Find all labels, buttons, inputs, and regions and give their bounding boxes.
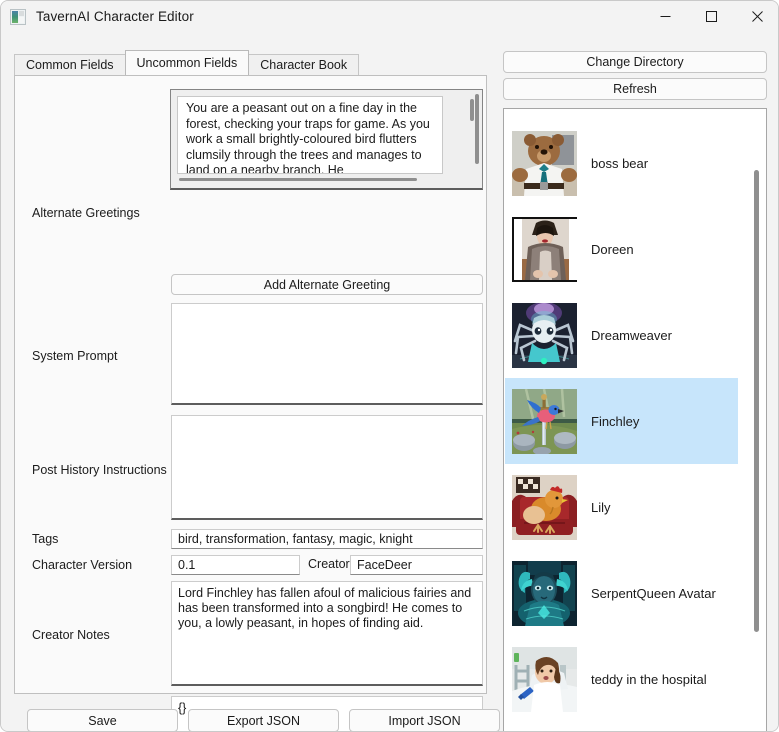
character-name: SerpentQueen Avatar (591, 585, 716, 601)
application-window: TavernAI Character Editor Common Fields … (0, 0, 779, 732)
app-icon (10, 8, 26, 25)
character-name: Finchley (591, 413, 640, 429)
woman-in-fur-coat-icon (522, 218, 569, 280)
character-browser-pane: Change Directory Refresh boss bear Doree… (503, 51, 767, 731)
character-version-label: Character Version (32, 558, 133, 572)
cyan-horned-serpent-queen-icon (512, 560, 577, 626)
save-button[interactable]: Save (27, 709, 178, 731)
tab-character-book[interactable]: Character Book (248, 54, 360, 75)
creator-label: Creator (308, 557, 350, 571)
window-controls (642, 1, 778, 32)
character-list-scrollbar-thumb[interactable] (754, 170, 759, 632)
character-name: boss bear (591, 155, 649, 171)
alternate-greeting-textarea[interactable]: You are a peasant out on a fine day in t… (177, 96, 443, 174)
alternate-greetings-label: Alternate Greetings (32, 206, 140, 220)
title-bar: TavernAI Character Editor (1, 1, 778, 32)
tab-uncommon-fields[interactable]: Uncommon Fields (124, 50, 250, 75)
spider-android-girl-icon (512, 302, 577, 368)
add-alternate-greeting-button[interactable]: Add Alternate Greeting (171, 274, 483, 295)
tab-bar: Common Fields Uncommon Fields Character … (14, 50, 487, 75)
maximize-button[interactable] (688, 1, 734, 32)
character-name: teddy in the hospital (591, 671, 707, 687)
character-thumbnail (512, 560, 577, 626)
alternate-greetings-horizontal-scrollbar[interactable] (179, 178, 417, 181)
tags-label: Tags (32, 532, 59, 546)
creator-input[interactable]: FaceDeer (350, 555, 483, 575)
alternate-greetings-container: You are a peasant out on a fine day in t… (170, 89, 483, 190)
teddy-bear-in-shirt-and-tie-icon (512, 130, 577, 196)
system-prompt-label: System Prompt (32, 349, 118, 363)
character-version-input[interactable]: 0.1 (171, 555, 300, 575)
list-item[interactable]: teddy in the hospital (505, 636, 738, 722)
editor-pane: Common Fields Uncommon Fields Character … (14, 50, 500, 731)
character-list[interactable]: boss bear Doreen Dreamweaver Finchley Li… (503, 108, 767, 731)
list-item[interactable]: Lily (505, 464, 738, 550)
tags-input[interactable]: bird, transformation, fantasy, magic, kn… (171, 529, 483, 549)
bird-on-sword-battlefield-icon (512, 388, 577, 454)
character-list-scrollbar-track[interactable] (749, 110, 765, 731)
export-json-button[interactable]: Export JSON (188, 709, 339, 731)
action-button-bar: Save Export JSON Import JSON (27, 709, 500, 731)
list-item-selected[interactable]: Finchley (505, 378, 738, 464)
alternate-greeting-vertical-scrollbar[interactable] (475, 94, 479, 164)
post-history-instructions-label: Post History Instructions (32, 463, 167, 477)
character-thumbnail (512, 216, 577, 282)
refresh-button[interactable]: Refresh (503, 78, 767, 100)
system-prompt-textarea[interactable] (171, 303, 483, 405)
hen-on-red-armchair-icon (512, 474, 577, 540)
character-name: Doreen (591, 241, 634, 257)
list-item[interactable]: Doreen (505, 206, 738, 292)
uncommon-fields-panel: Alternate Greetings You are a peasant ou… (14, 75, 487, 731)
alternate-greetings-vertical-scrollbar[interactable] (470, 99, 474, 121)
creator-notes-textarea[interactable]: Lord Finchley has fallen afoul of malici… (171, 581, 483, 686)
minimize-button[interactable] (642, 1, 688, 32)
list-item[interactable]: Dreamweaver (505, 292, 738, 378)
character-name: Lily (591, 499, 611, 515)
woman-in-hospital-bed-icon (512, 646, 577, 712)
character-thumbnail (512, 388, 577, 454)
character-name: Dreamweaver (591, 327, 672, 343)
character-thumbnail (512, 302, 577, 368)
tab-common-fields[interactable]: Common Fields (14, 54, 126, 75)
window-title: TavernAI Character Editor (36, 9, 194, 24)
character-thumbnail (512, 646, 577, 712)
window-body: Common Fields Uncommon Fields Character … (1, 32, 778, 731)
list-item[interactable]: SerpentQueen Avatar (505, 550, 738, 636)
import-json-button[interactable]: Import JSON (349, 709, 500, 731)
creator-notes-label: Creator Notes (32, 628, 110, 642)
character-thumbnail (512, 474, 577, 540)
character-thumbnail (512, 130, 577, 196)
close-button[interactable] (734, 1, 778, 32)
list-item[interactable]: boss bear (505, 120, 738, 206)
post-history-instructions-textarea[interactable] (171, 415, 483, 520)
change-directory-button[interactable]: Change Directory (503, 51, 767, 73)
